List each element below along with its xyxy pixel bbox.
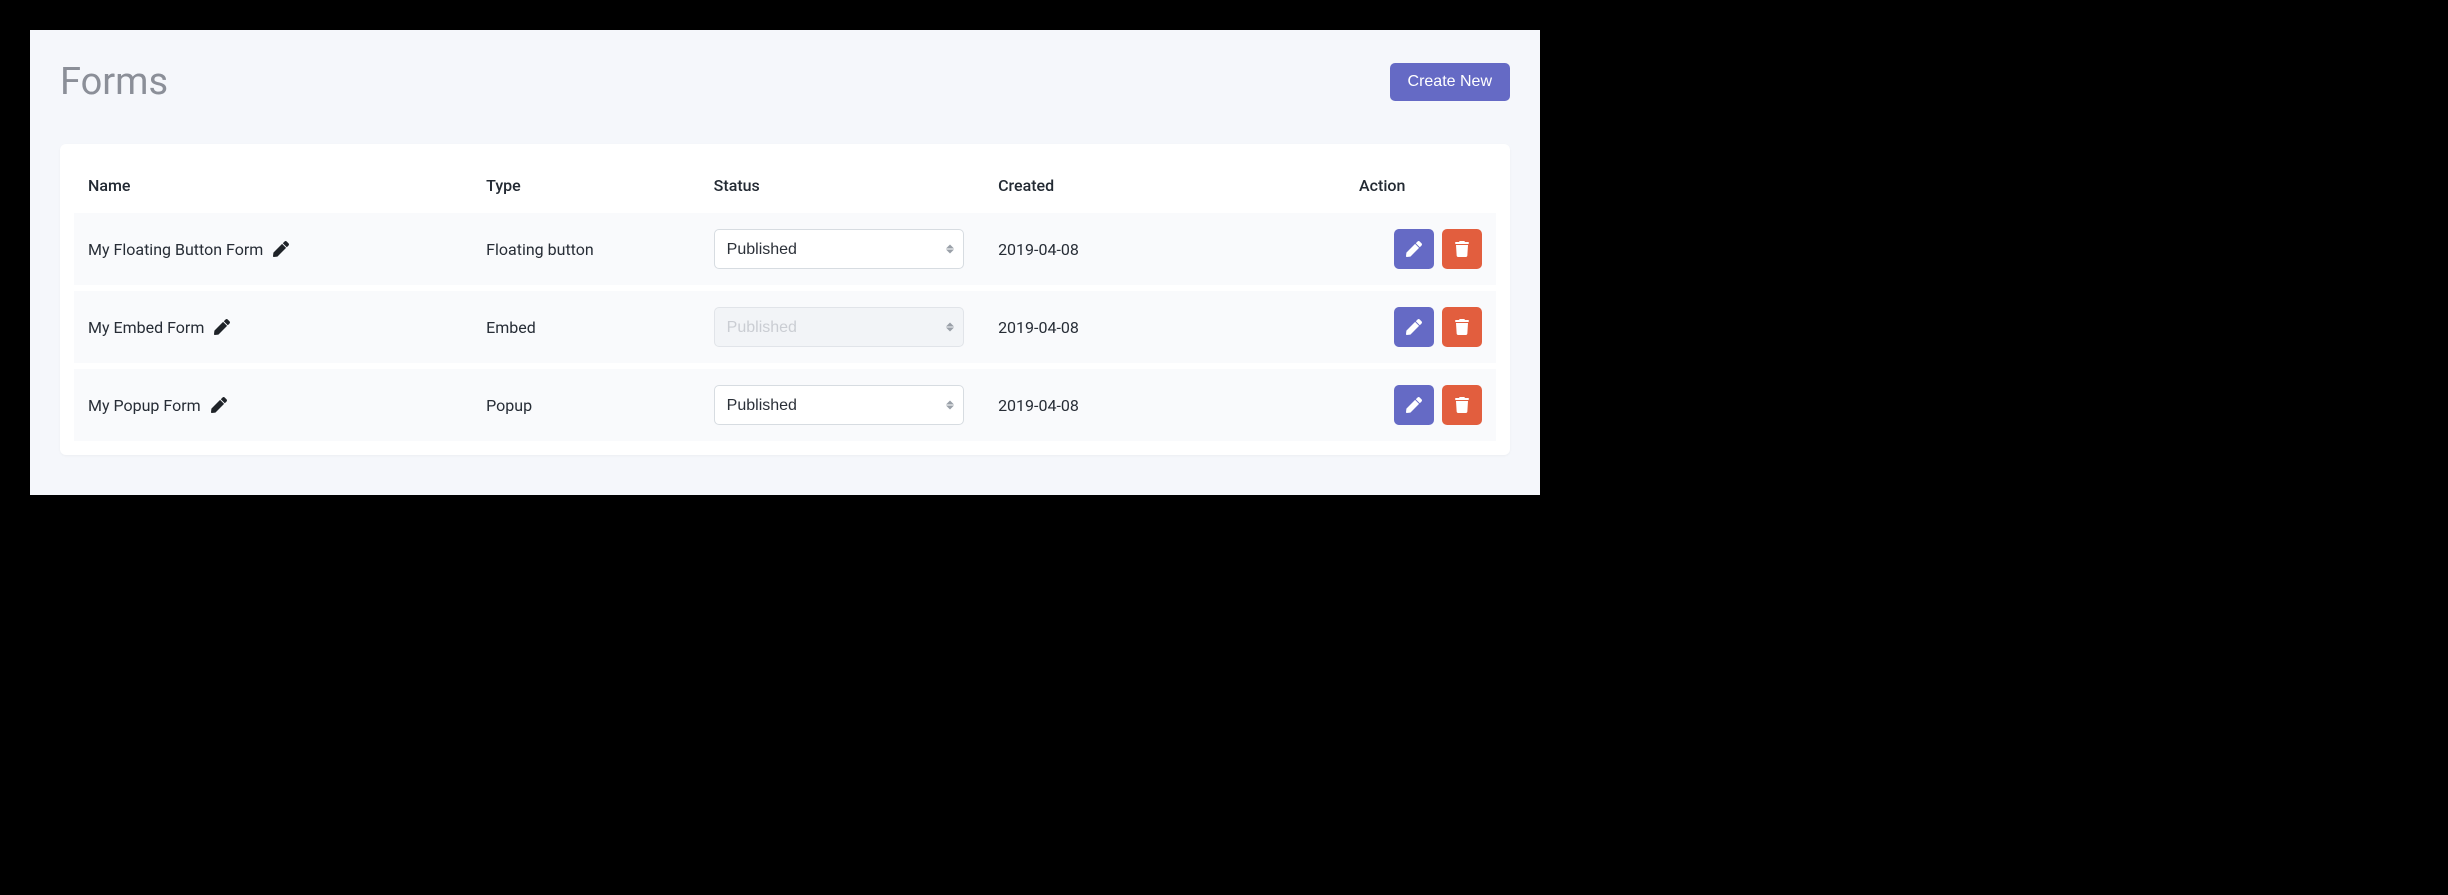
cell-name: My Floating Button Form [74,213,472,288]
cell-created: 2019-04-08 [984,366,1268,441]
delete-button[interactable] [1442,307,1482,347]
pencil-icon [1406,319,1422,335]
cell-type: Popup [472,366,700,441]
cell-status: Published [700,213,984,288]
form-name: My Floating Button Form [88,240,263,259]
pencil-icon [1406,397,1422,413]
pencil-icon[interactable] [211,397,227,413]
edit-button[interactable] [1394,385,1434,425]
edit-button[interactable] [1394,229,1434,269]
delete-button[interactable] [1442,385,1482,425]
forms-page: Forms Create New Name Type Status Create… [30,30,1540,495]
page-title: Forms [60,60,168,104]
status-select[interactable]: Published [714,385,964,425]
pencil-icon[interactable] [273,241,289,257]
table-row: My Floating Button Form Floating button Pu… [74,213,1496,288]
table-header-row: Name Type Status Created Action [74,158,1496,213]
pencil-icon [1406,241,1422,257]
cell-type: Embed [472,288,700,366]
trash-icon [1454,241,1470,257]
pencil-icon[interactable] [214,319,230,335]
col-header-status: Status [700,158,984,213]
form-name: My Embed Form [88,318,204,337]
cell-created: 2019-04-08 [984,213,1268,288]
cell-name: My Embed Form [74,288,472,366]
cell-action [1268,288,1496,366]
col-header-action: Action [1268,158,1496,213]
forms-table: Name Type Status Created Action My Float… [74,158,1496,441]
col-header-name: Name [74,158,472,213]
delete-button[interactable] [1442,229,1482,269]
trash-icon [1454,319,1470,335]
cell-status: Published [700,366,984,441]
cell-action [1268,366,1496,441]
create-new-button[interactable]: Create New [1390,63,1510,101]
edit-button[interactable] [1394,307,1434,347]
cell-action [1268,213,1496,288]
trash-icon [1454,397,1470,413]
page-header: Forms Create New [60,60,1510,104]
table-row: My Embed Form Embed Published 2019-04-08 [74,288,1496,366]
status-select: Published [714,307,964,347]
cell-status: Published [700,288,984,366]
col-header-created: Created [984,158,1268,213]
col-header-type: Type [472,158,700,213]
cell-name: My Popup Form [74,366,472,441]
form-name: My Popup Form [88,396,201,415]
table-row: My Popup Form Popup Published 2019-04-08 [74,366,1496,441]
cell-created: 2019-04-08 [984,288,1268,366]
forms-card: Name Type Status Created Action My Float… [60,144,1510,455]
status-select[interactable]: Published [714,229,964,269]
cell-type: Floating button [472,213,700,288]
